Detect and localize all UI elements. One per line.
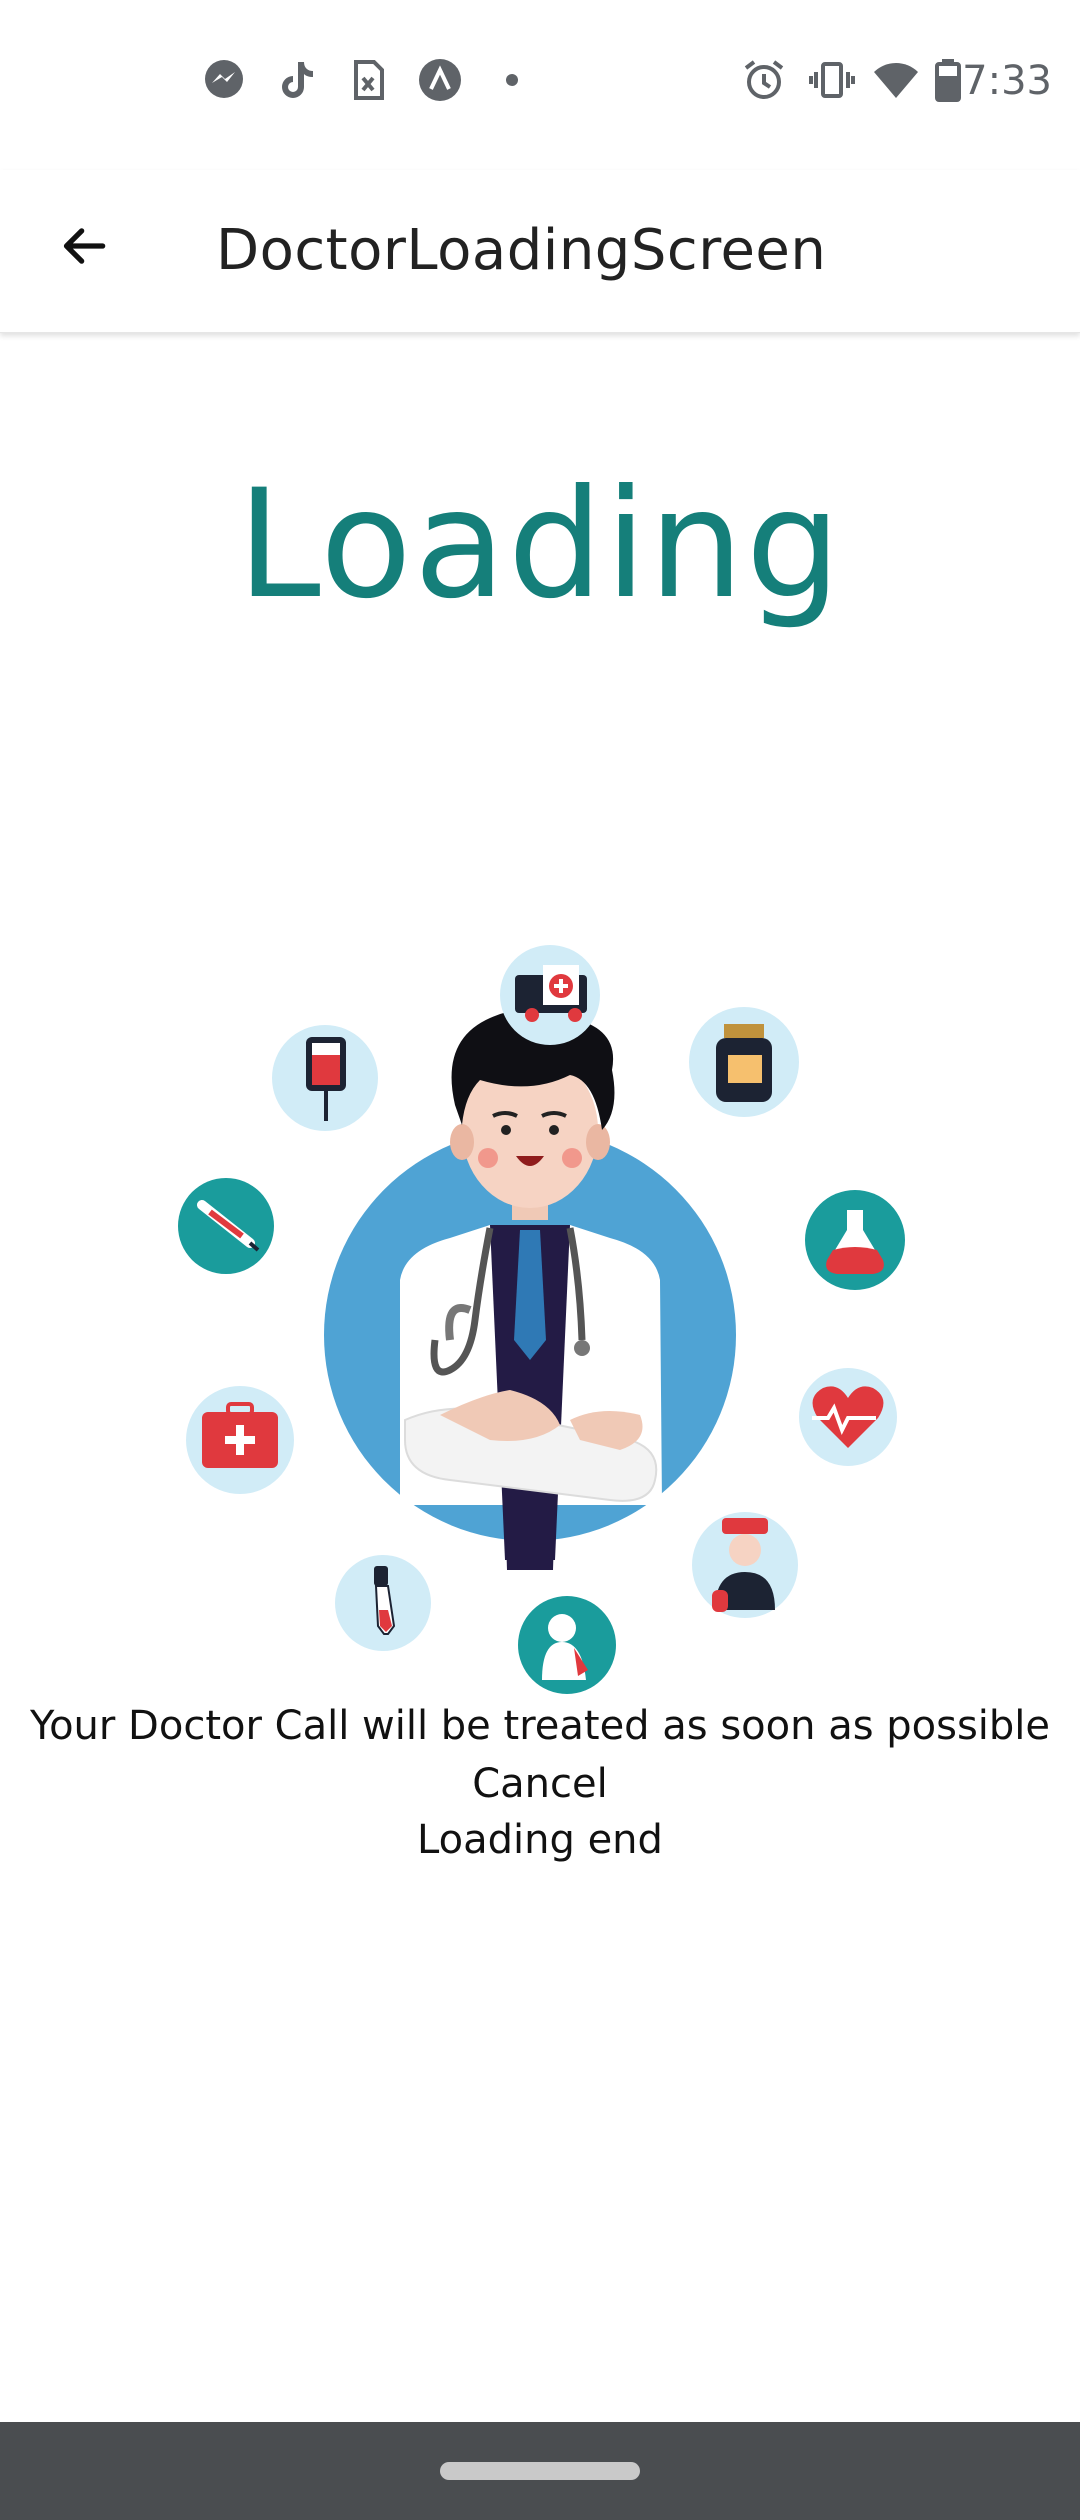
first-aid-kit-icon: [186, 1386, 294, 1494]
wifi-icon: [874, 63, 918, 98]
sim-card-icon: [354, 60, 384, 100]
doctor-illustration: [178, 945, 905, 1694]
arrow-back-icon: [63, 228, 106, 264]
status-message: Your Doctor Call will be treated as soon…: [29, 1703, 1051, 1749]
home-gesture-handle[interactable]: [440, 2462, 640, 2480]
iv-bag-icon: [272, 1025, 378, 1131]
medicine-jar-icon: [689, 1007, 799, 1117]
loading-end-text: Loading end: [417, 1817, 663, 1863]
nurse-icon: [692, 1512, 798, 1618]
navigation-bar: [0, 2422, 1080, 2520]
dot-icon: [506, 74, 518, 86]
loading-heading: Loading: [237, 458, 843, 632]
alarm-icon: [744, 60, 784, 99]
flask-icon: [805, 1190, 905, 1290]
cancel-button[interactable]: Cancel: [0, 1760, 1080, 1808]
ambulance-icon: [500, 945, 600, 1045]
back-button[interactable]: [48, 210, 120, 282]
status-time: 7:33: [962, 58, 1052, 104]
pipette-icon: [335, 1555, 431, 1651]
patient-icon: [518, 1596, 616, 1694]
syringe-icon: [178, 1178, 274, 1274]
app-bar: DoctorLoadingScreen: [0, 170, 1080, 333]
vibrate-icon: [809, 62, 855, 98]
status-bar: 7:33: [0, 0, 1080, 170]
heart-pulse-icon: [799, 1368, 897, 1466]
tiktok-icon: [282, 62, 313, 98]
messenger-icon: [205, 60, 243, 98]
arc-icon: [419, 59, 461, 101]
page-title: DoctorLoadingScreen: [216, 218, 827, 283]
